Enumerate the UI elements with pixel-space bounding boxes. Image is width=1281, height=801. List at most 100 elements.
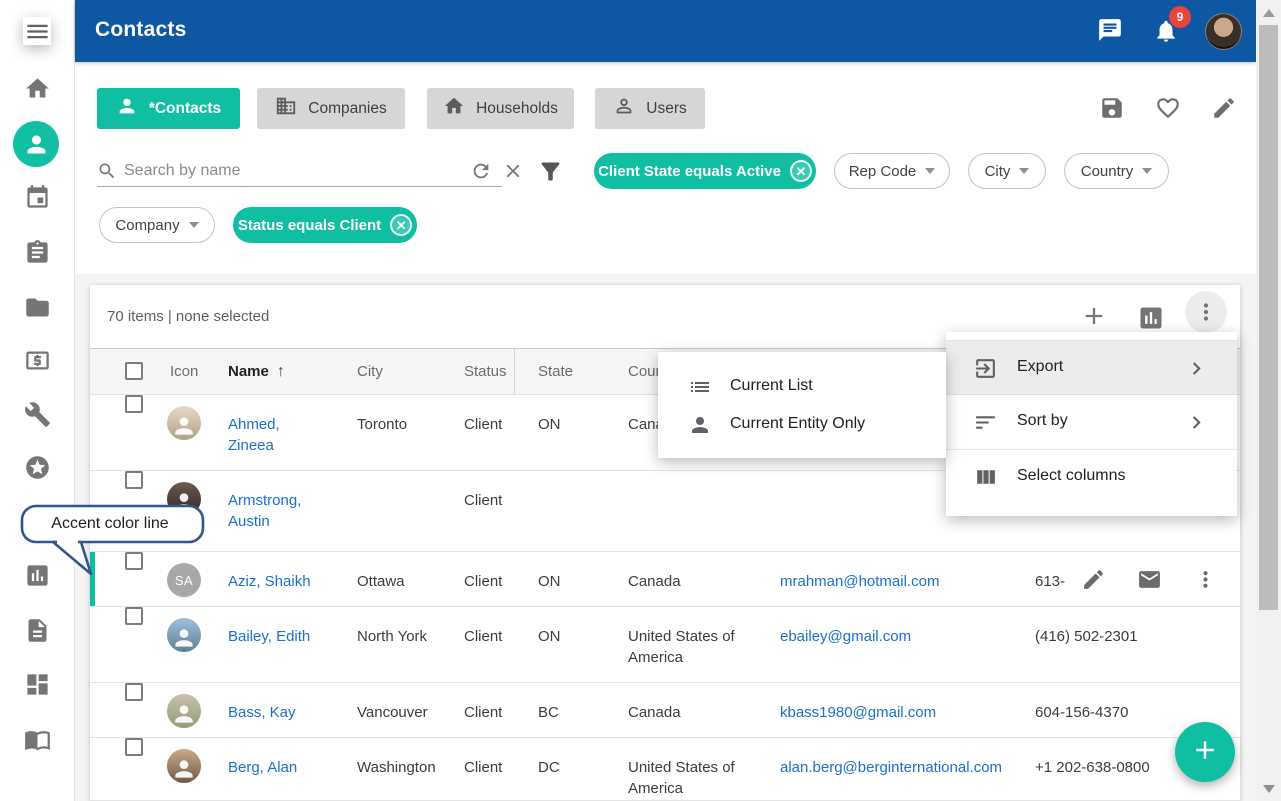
menu-item-label: Sort by <box>1017 412 1068 430</box>
avatar <box>167 406 201 440</box>
chart-icon[interactable] <box>1137 304 1165 332</box>
table-row[interactable]: SAAziz, ShaikhOttawaClientONCanadamrahma… <box>90 552 1240 607</box>
table-row[interactable]: Bass, KayVancouverClientBCCanadakbass198… <box>90 683 1240 738</box>
sidebar-folder-icon[interactable] <box>23 293 51 321</box>
sidebar-star-icon[interactable] <box>23 453 51 481</box>
home-icon <box>443 95 465 122</box>
column-header-icon[interactable]: Icon <box>170 363 198 380</box>
hamburger-menu-icon[interactable] <box>23 17 51 45</box>
menu-item-export[interactable]: Export <box>946 340 1237 395</box>
sidebar-wrench-icon[interactable] <box>23 400 51 428</box>
chip-label: Status equals Client <box>238 217 381 234</box>
filter-chip-rep-code[interactable]: Rep Code <box>834 153 950 189</box>
row-checkbox[interactable] <box>125 552 143 570</box>
column-header-name[interactable]: Name↑ <box>228 363 285 381</box>
avatar: SA <box>167 563 201 597</box>
filter-chip-company[interactable]: Company <box>99 207 215 243</box>
filter-funnel-icon[interactable] <box>537 158 564 185</box>
tab-users[interactable]: Users <box>595 88 705 129</box>
filter-chip-client-state-equals-active[interactable]: Client State equals Active ✕ <box>594 153 816 189</box>
row-mail-icon[interactable] <box>1137 567 1162 592</box>
email-link[interactable]: ebailey@gmail.com <box>780 628 911 645</box>
email-link[interactable]: alan.berg@berginternational.com <box>780 759 1002 776</box>
chat-icon[interactable] <box>1097 17 1123 43</box>
submenu-item-current-entity-only[interactable]: Current Entity Only <box>658 406 946 444</box>
save-button[interactable] <box>1099 95 1125 121</box>
heart-button[interactable] <box>1155 95 1181 121</box>
tab-companies[interactable]: Companies <box>257 88 405 129</box>
contact-name-link: Ahmed, Zineea <box>228 414 323 456</box>
contact-name-link: Bass, Kay <box>228 702 323 723</box>
row-checkbox[interactable] <box>125 395 143 413</box>
email-link[interactable]: kbass1980@gmail.com <box>780 704 936 721</box>
close-icon[interactable] <box>502 160 524 182</box>
vertical-scrollbar[interactable] <box>1256 0 1281 801</box>
sidebar-file-icon[interactable] <box>23 616 51 644</box>
tab-label: Companies <box>308 100 386 118</box>
name-link[interactable]: Aziz, Shaikh <box>228 573 311 590</box>
more-options-button[interactable] <box>1185 291 1227 333</box>
row-checkbox[interactable] <box>125 683 143 701</box>
sidebar-chart-icon[interactable] <box>23 561 51 589</box>
table-row[interactable]: Berg, AlanWashingtonClientDCUnited State… <box>90 738 1240 801</box>
row-checkbox[interactable] <box>125 471 143 489</box>
tab-label: *Contacts <box>149 100 221 118</box>
name-link[interactable]: Armstrong, Austin <box>228 492 301 530</box>
remove-filter-icon[interactable]: ✕ <box>790 160 812 182</box>
status-cell: Client <box>464 757 526 778</box>
row-checkbox[interactable] <box>125 607 143 625</box>
row-more-vert-icon[interactable] <box>1193 567 1218 592</box>
row-checkbox[interactable] <box>125 738 143 756</box>
add-contact-fab[interactable] <box>1175 722 1235 782</box>
menu-item-label: Select columns <box>1017 467 1126 485</box>
sidebar-calendar-icon[interactable] <box>23 183 51 211</box>
name-link[interactable]: Bailey, Edith <box>228 628 310 645</box>
context-menu: Export Sort by Select columns <box>946 332 1237 516</box>
chip-label: Client State equals Active <box>598 163 781 180</box>
name-link[interactable]: Bass, Kay <box>228 704 296 721</box>
user-avatar[interactable] <box>1205 13 1242 50</box>
tab-contacts[interactable]: *Contacts <box>97 88 240 129</box>
sidebar-book-icon[interactable] <box>23 725 51 753</box>
sidebar-home-icon[interactable] <box>23 74 51 102</box>
scrollbar-thumb[interactable] <box>1259 25 1278 610</box>
row-pencil-icon[interactable] <box>1081 567 1106 592</box>
chevron-down-icon <box>1019 168 1029 174</box>
city-cell: Ottawa <box>357 571 449 592</box>
column-header-status[interactable]: Status <box>464 363 507 380</box>
pencil-button[interactable] <box>1211 95 1237 121</box>
name-link[interactable]: Ahmed, Zineea <box>228 416 280 454</box>
column-header-city[interactable]: City <box>357 363 383 380</box>
plus-icon <box>1190 735 1220 770</box>
search-input[interactable] <box>97 156 502 187</box>
email-cell: ebailey@gmail.com <box>780 626 1025 647</box>
submenu-item-current-list[interactable]: Current List <box>658 368 946 406</box>
remove-filter-icon[interactable]: ✕ <box>390 214 412 236</box>
sidebar-item-contacts-active[interactable] <box>13 121 59 167</box>
menu-item-sort-by[interactable]: Sort by <box>946 395 1237 450</box>
status-cell: Client <box>464 571 526 592</box>
menu-item-select-columns[interactable]: Select columns <box>946 450 1237 505</box>
table-row[interactable]: Bailey, EdithNorth YorkClientONUnited St… <box>90 607 1240 683</box>
sidebar-money-icon[interactable] <box>23 346 51 374</box>
name-link[interactable]: Berg, Alan <box>228 759 297 776</box>
tab-households[interactable]: Households <box>427 88 574 129</box>
add-column-icon[interactable] <box>1080 302 1108 330</box>
filter-chip-city[interactable]: City <box>968 153 1046 189</box>
country-cell: United States of America <box>628 757 770 799</box>
scroll-up-arrow[interactable] <box>1263 9 1275 17</box>
sidebar-clipboard-icon[interactable] <box>23 238 51 266</box>
scroll-down-arrow[interactable] <box>1263 785 1275 793</box>
app-header: Contacts 9 <box>75 0 1256 62</box>
email-link[interactable]: mrahman@hotmail.com <box>780 573 939 590</box>
filter-chip-country[interactable]: Country <box>1064 153 1169 189</box>
column-header-state[interactable]: State <box>538 363 573 380</box>
filter-chip-status-equals-client[interactable]: Status equals Client ✕ <box>233 207 417 243</box>
sort-icon <box>973 410 998 435</box>
email-cell: alan.berg@berginternational.com <box>780 757 1025 778</box>
submenu-item-label: Current List <box>730 377 813 395</box>
select-all-checkbox[interactable] <box>125 362 143 380</box>
refresh-icon[interactable] <box>470 160 492 182</box>
sidebar-dashboard-icon[interactable] <box>23 670 51 698</box>
city-cell: Washington <box>357 757 449 778</box>
